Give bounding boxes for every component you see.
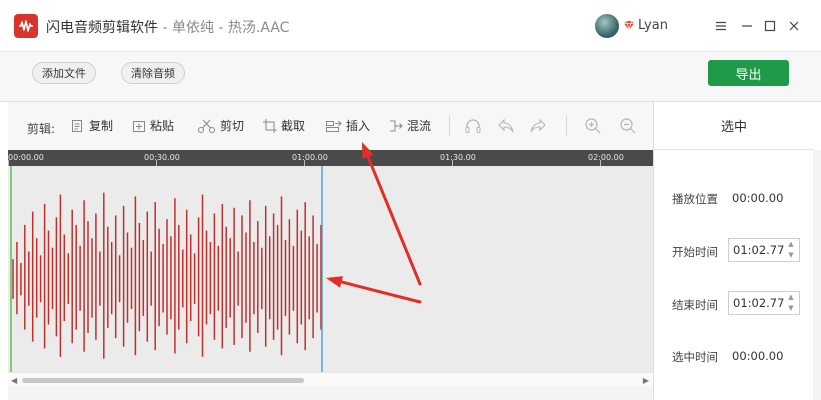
- end-time-field[interactable]: 01:02.77 ▲ ▼: [728, 291, 800, 315]
- main-toolbar: 添加文件 清除音频 导出: [0, 52, 821, 102]
- username[interactable]: Lyan: [638, 18, 668, 33]
- ruler-label: 01:00.00: [292, 153, 328, 162]
- insert-icon: [325, 118, 343, 134]
- edit-label: 剪辑:: [27, 122, 56, 136]
- zoom-in-button[interactable]: [584, 117, 602, 135]
- paste-label: 粘贴: [150, 119, 175, 133]
- zoom-in-icon: [584, 117, 602, 135]
- start-time-value[interactable]: 01:02.77: [733, 243, 784, 257]
- timeline-ruler[interactable]: 00:00.00 00:30.00 01:00.00 01:30.00 02:0…: [8, 150, 653, 166]
- scroll-thumb[interactable]: [22, 378, 304, 383]
- stepper-up-icon[interactable]: ▲: [788, 293, 793, 302]
- file-info: 单依纯 - 热汤.AAC: [171, 20, 290, 36]
- edit-toolbar: 剪辑: 复制 粘贴 剪切 截取 插入 混流: [8, 102, 653, 150]
- crop-button[interactable]: 截取: [262, 117, 305, 134]
- waveform-area[interactable]: [8, 166, 653, 372]
- stepper-up-icon[interactable]: ▲: [788, 240, 793, 249]
- end-time-value[interactable]: 01:02.77: [733, 296, 784, 310]
- ruler-label: 01:30.00: [440, 153, 476, 162]
- stepper-down-icon[interactable]: ▼: [788, 251, 793, 260]
- zoom-out-icon: [619, 117, 637, 135]
- selection-panel: 选中 播放位置 00:00.00 开始时间 01:02.77 ▲ ▼ 结束时间 …: [653, 102, 821, 400]
- redo-icon: [529, 117, 547, 135]
- menu-icon[interactable]: [709, 14, 733, 38]
- selected-time-label: 选中时间: [672, 350, 718, 364]
- crop-icon: [262, 118, 278, 134]
- stepper-down-icon[interactable]: ▼: [788, 304, 793, 313]
- copy-button[interactable]: 复制: [70, 117, 113, 134]
- insert-button[interactable]: 插入: [325, 117, 370, 134]
- scroll-left-icon[interactable]: ◀: [11, 376, 17, 385]
- scissors-icon: [197, 118, 217, 134]
- mix-label: 混流: [407, 119, 432, 133]
- end-time-stepper[interactable]: ▲ ▼: [785, 293, 797, 313]
- avatar[interactable]: [595, 14, 619, 38]
- cut-button[interactable]: 剪切: [197, 117, 244, 134]
- clear-audio-button[interactable]: 清除音频: [121, 62, 185, 84]
- mix-icon: [388, 118, 404, 134]
- redo-button[interactable]: [529, 117, 547, 135]
- panel-title: 选中: [654, 102, 814, 150]
- copy-label: 复制: [89, 119, 114, 133]
- paste-icon: [131, 118, 147, 134]
- panel-scrollbar[interactable]: [813, 150, 821, 400]
- maximize-icon[interactable]: [758, 14, 782, 38]
- bottom-track: [8, 386, 653, 400]
- diamond-vip-icon[interactable]: [623, 20, 635, 34]
- ruler-label: 02:00.00: [588, 153, 624, 162]
- start-time-field[interactable]: 01:02.77 ▲ ▼: [728, 238, 800, 262]
- fade-button[interactable]: [464, 117, 482, 135]
- export-button[interactable]: 导出: [708, 60, 789, 86]
- undo-button[interactable]: [497, 117, 515, 135]
- cut-label: 剪切: [220, 119, 245, 133]
- divider: [566, 116, 567, 136]
- scroll-right-icon[interactable]: ▶: [643, 376, 649, 385]
- start-time-stepper[interactable]: ▲ ▼: [785, 240, 797, 260]
- play-position-label: 播放位置: [672, 192, 718, 206]
- paste-button[interactable]: 粘贴: [131, 117, 174, 134]
- title-bar: 闪电音频剪辑软件 - 单依纯 - 热汤.AAC Lyan: [0, 0, 821, 52]
- end-time-label: 结束时间: [672, 298, 718, 312]
- ruler-label: 00:00.00: [8, 153, 44, 162]
- headphones-icon: [464, 117, 482, 135]
- app-logo-icon: [14, 14, 38, 38]
- waveform[interactable]: [8, 166, 653, 372]
- close-icon[interactable]: [782, 14, 806, 38]
- copy-icon: [70, 118, 86, 134]
- title-separator: -: [158, 20, 172, 36]
- crop-label: 截取: [281, 119, 306, 133]
- zoom-out-button[interactable]: [619, 117, 637, 135]
- insert-label: 插入: [346, 119, 371, 133]
- undo-icon: [497, 117, 515, 135]
- horizontal-scrollbar[interactable]: ◀ ▶: [8, 372, 653, 386]
- add-file-button[interactable]: 添加文件: [32, 62, 96, 84]
- window-title: 闪电音频剪辑软件 - 单依纯 - 热汤.AAC: [46, 17, 289, 37]
- selected-time-value: 00:00.00: [732, 349, 784, 363]
- minimize-icon[interactable]: [735, 14, 759, 38]
- play-position-value: 00:00.00: [732, 191, 784, 205]
- ruler-label: 00:30.00: [144, 153, 180, 162]
- app-name: 闪电音频剪辑软件: [46, 20, 158, 36]
- start-time-label: 开始时间: [672, 245, 718, 259]
- divider: [449, 116, 450, 136]
- mix-button[interactable]: 混流: [388, 117, 431, 134]
